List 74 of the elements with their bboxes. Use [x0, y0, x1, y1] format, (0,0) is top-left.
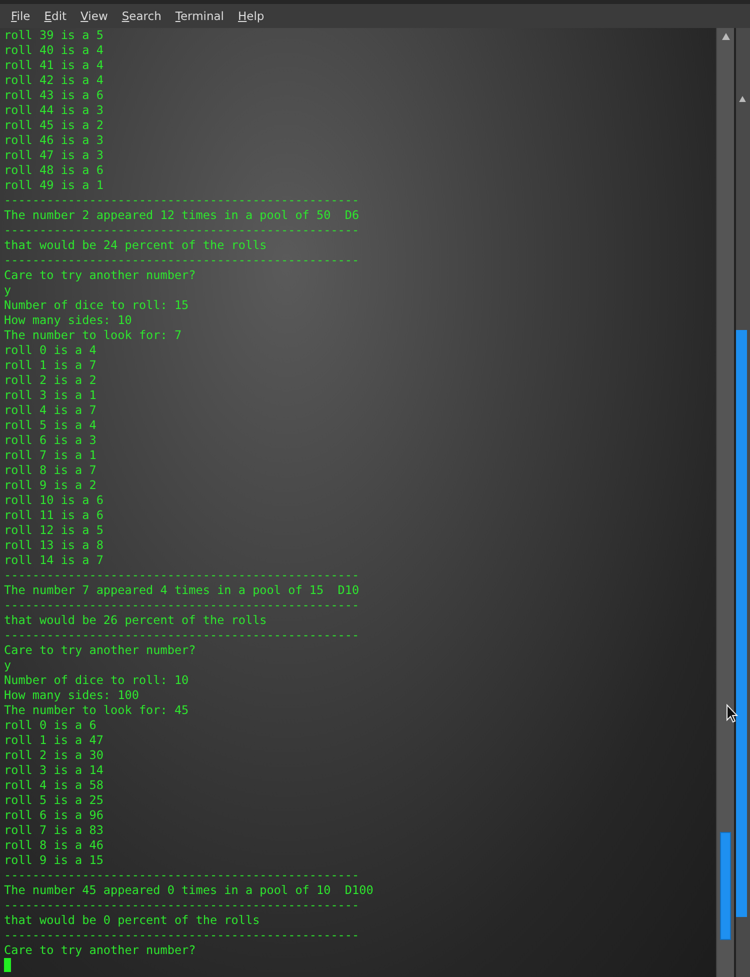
terminal-line: roll 41 is a 4 [4, 58, 104, 72]
terminal-line: roll 45 is a 2 [4, 118, 104, 132]
terminal-line: The number to look for: 45 [4, 703, 189, 717]
terminal-line: y [4, 283, 12, 297]
terminal-line: How many sides: 100 [4, 688, 139, 702]
dashed-separator-text: -------------------------------------------------- [4, 223, 360, 237]
terminal-line: roll 5 is a 4 [4, 418, 96, 432]
terminal-line: roll 1 is a 7 [4, 358, 96, 372]
terminal-line: Number of dice to roll: 10 [4, 673, 189, 687]
terminal-line: roll 4 is a 7 [4, 403, 96, 417]
terminal-line: Care to try another number? [4, 268, 196, 282]
terminal-line: roll 0 is a 6 [4, 718, 96, 732]
scrollbar-thumb[interactable] [720, 832, 732, 940]
terminal-line: Care to try another number? [4, 643, 196, 657]
terminal-line: The number 7 appeared 4 times in a pool of 15 D10 [4, 583, 360, 597]
scroll-up-arrow-icon [739, 96, 746, 102]
dashed-separator-text: -------------------------------------------------- [4, 868, 360, 882]
terminal-line: roll 13 is a 8 [4, 538, 104, 552]
terminal-line: y [4, 658, 12, 672]
menu-item[interactable]: View [74, 9, 114, 23]
terminal-line: roll 10 is a 6 [4, 493, 104, 507]
terminal-line: roll 2 is a 2 [4, 373, 96, 387]
terminal-line: roll 8 is a 7 [4, 463, 96, 477]
terminal-line: The number to look for: 7 [4, 328, 182, 342]
terminal-line: roll 11 is a 6 [4, 508, 104, 522]
terminal-line: that would be 0 percent of the rolls [4, 913, 260, 927]
terminal-line: roll 43 is a 6 [4, 88, 104, 102]
dashed-separator-text: -------------------------------------------------- [4, 568, 360, 582]
terminal-line: roll 9 is a 15 [4, 853, 104, 867]
mouse-pointer-icon [726, 704, 738, 723]
terminal-line: that would be 24 percent of the rolls [4, 238, 267, 252]
dashed-separator-text: -------------------------------------------------- [4, 253, 360, 267]
dashed-separator-text: -------------------------------------------------- [4, 628, 360, 642]
scrollbar[interactable] [716, 28, 734, 977]
terminal-line: roll 48 is a 6 [4, 163, 104, 177]
terminal-line: The number 45 appeared 0 times in a pool of 10 D100 [4, 883, 374, 897]
terminal-line: The number 2 appeared 12 times in a pool of 50 D6 [4, 208, 360, 222]
terminal-line: roll 7 is a 1 [4, 448, 96, 462]
terminal-line: roll 3 is a 14 [4, 763, 104, 777]
terminal-line: roll 6 is a 96 [4, 808, 104, 822]
terminal-line: roll 6 is a 3 [4, 433, 96, 447]
terminal-line: roll 40 is a 4 [4, 43, 104, 57]
scroll-up-arrow-icon[interactable] [722, 33, 730, 40]
terminal-line: roll 9 is a 2 [4, 478, 96, 492]
terminal-line: roll 46 is a 3 [4, 133, 104, 147]
menu-item[interactable]: Search [116, 9, 168, 23]
terminal-line: roll 5 is a 25 [4, 793, 104, 807]
terminal-line: roll 7 is a 83 [4, 823, 104, 837]
terminal-line: Number of dice to roll: 15 [4, 298, 189, 312]
terminal-line: roll 1 is a 47 [4, 733, 104, 747]
terminal-line: roll 2 is a 30 [4, 748, 104, 762]
terminal-line: roll 8 is a 46 [4, 838, 104, 852]
terminal-line: roll 47 is a 3 [4, 148, 104, 162]
menu-item[interactable]: Edit [38, 9, 73, 23]
menu-item[interactable]: File [5, 9, 36, 23]
terminal-line: Care to try another number? [4, 943, 196, 957]
dashed-separator-text: -------------------------------------------------- [4, 898, 360, 912]
terminal-line: roll 12 is a 5 [4, 523, 104, 537]
terminal-line: roll 49 is a 1 [4, 178, 104, 192]
terminal-line: that would be 26 percent of the rolls [4, 613, 267, 627]
terminal-line: roll 39 is a 5 [4, 28, 104, 42]
dashed-separator-text: -------------------------------------------------- [4, 928, 360, 942]
terminal-line: How many sides: 10 [4, 313, 132, 327]
menu-item[interactable]: Help [232, 9, 270, 23]
dashed-separator-text: -------------------------------------------------- [4, 193, 360, 207]
terminal-line: roll 4 is a 58 [4, 778, 104, 792]
dashed-separator-text: -------------------------------------------------- [4, 598, 360, 612]
terminal-line: roll 14 is a 7 [4, 553, 104, 567]
terminal-line: roll 42 is a 4 [4, 73, 104, 87]
menu-item[interactable]: Terminal [169, 9, 230, 23]
text-cursor [4, 958, 11, 972]
terminal-line: roll 3 is a 1 [4, 388, 96, 402]
terminal-line: roll 0 is a 4 [4, 343, 96, 357]
terminal-line: roll 44 is a 3 [4, 103, 104, 117]
